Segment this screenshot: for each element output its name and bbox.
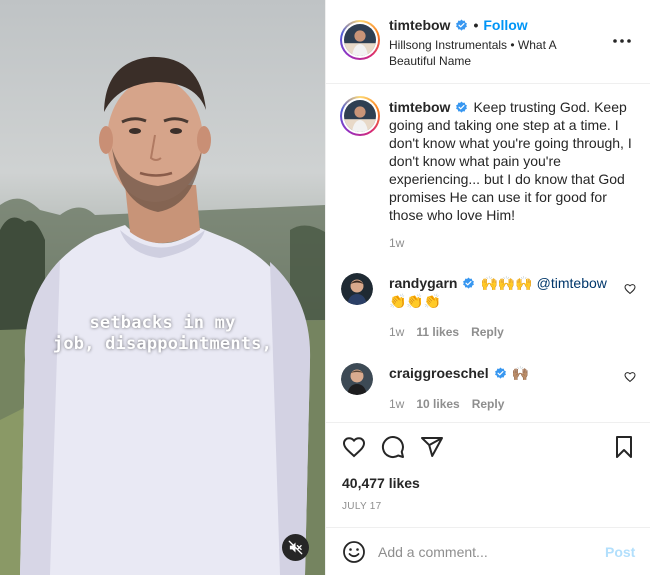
comment-body: craiggroeschel 🙌🏽 — [389, 364, 619, 382]
comment-bubble-icon[interactable] — [381, 435, 405, 459]
comment-like-heart-icon[interactable] — [624, 283, 636, 295]
post-action-bar: 40,477 likes JULY 17 — [326, 422, 650, 526]
verified-badge-icon — [456, 19, 468, 31]
post-comment-button[interactable]: Post — [605, 544, 635, 560]
comment-mention-link[interactable]: @timtebow — [537, 275, 607, 291]
comment-likes-count[interactable]: 11 likes — [416, 325, 459, 339]
comment-username[interactable]: randygarn — [389, 275, 457, 291]
reply-button[interactable]: Reply — [472, 397, 505, 411]
comment-meta: 1w 10 likes Reply — [389, 397, 504, 411]
caption-username[interactable]: timtebow — [389, 99, 450, 115]
header-author-row: timtebow • Follow — [389, 17, 528, 33]
comment-emoji: 👏👏👏 — [389, 293, 442, 309]
add-comment-input[interactable] — [378, 540, 598, 564]
avatar-image — [344, 100, 376, 132]
verified-badge-icon — [463, 277, 475, 289]
post-caption: timtebow Keep trusting God. Keep going a… — [389, 98, 635, 224]
likes-count[interactable]: 40,477 likes — [342, 475, 420, 491]
like-heart-icon[interactable] — [342, 435, 366, 459]
verified-badge-icon — [456, 101, 468, 113]
post-header: timtebow • Follow Hillsong Instrumentals… — [326, 0, 650, 84]
bookmark-save-icon[interactable] — [612, 435, 636, 459]
add-comment-bar: Post — [326, 527, 650, 575]
post-details-panel: timtebow • Follow Hillsong Instrumentals… — [325, 0, 650, 575]
post-date[interactable]: JULY 17 — [342, 501, 382, 512]
comment-avatar[interactable] — [341, 363, 373, 395]
mute-button[interactable] — [282, 534, 309, 561]
caption-timestamp[interactable]: 1w — [389, 236, 404, 250]
author-username[interactable]: timtebow — [389, 17, 450, 33]
speaker-muted-icon — [288, 540, 303, 555]
emoji-smiley-icon[interactable] — [342, 540, 366, 564]
comment-emoji: 🙌🏽 — [511, 365, 530, 381]
verified-badge-icon — [494, 367, 506, 379]
caption-author-avatar[interactable] — [340, 96, 380, 136]
post-video[interactable]: setbacks in my job, disappointments, — [0, 0, 325, 575]
reply-button[interactable]: Reply — [471, 325, 504, 339]
comment-body: randygarn 🙌🙌🙌 @timtebow 👏👏👏 — [389, 274, 619, 310]
ellipsis-icon[interactable] — [612, 33, 632, 49]
follow-button[interactable]: Follow — [483, 17, 527, 33]
video-caption: setbacks in my job, disappointments, — [0, 313, 325, 355]
video-frame — [0, 56, 325, 575]
share-send-icon[interactable] — [420, 435, 444, 459]
caption-text: Keep trusting God. Keep going and taking… — [389, 99, 632, 223]
comment-meta: 1w 11 likes Reply — [389, 325, 504, 339]
comment-emoji: 🙌🙌🙌 — [480, 275, 533, 291]
comment-avatar[interactable] — [341, 273, 373, 305]
avatar-image — [341, 273, 373, 305]
comment-username[interactable]: craiggroeschel — [389, 365, 489, 381]
author-avatar[interactable] — [340, 20, 380, 60]
comment-timestamp[interactable]: 1w — [389, 325, 404, 339]
avatar-image — [341, 363, 373, 395]
audio-track-link[interactable]: Hillsong Instrumentals • What A Beautifu… — [389, 37, 599, 69]
separator-dot: • — [473, 17, 479, 33]
comment-like-heart-icon[interactable] — [624, 371, 636, 383]
comment-likes-count[interactable]: 10 likes — [416, 397, 459, 411]
caption-line: setbacks in my — [89, 313, 236, 333]
avatar-image — [344, 24, 376, 56]
caption-line: job, disappointments, — [52, 334, 273, 354]
comment-timestamp[interactable]: 1w — [389, 397, 404, 411]
